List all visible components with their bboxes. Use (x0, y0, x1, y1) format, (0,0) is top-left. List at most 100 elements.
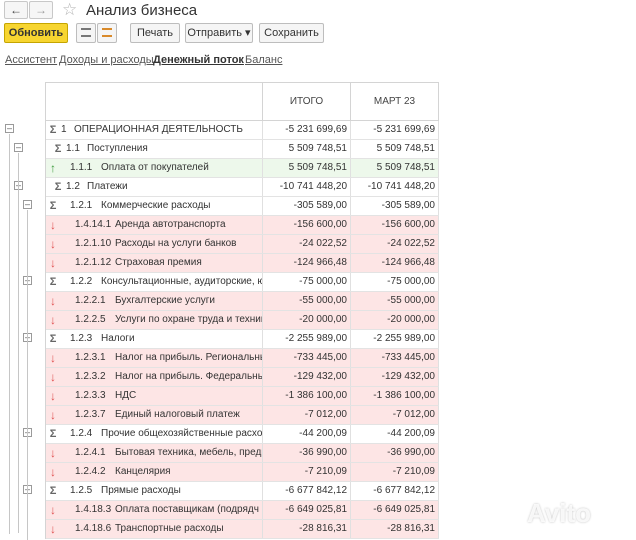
row-total-cell: -124 966,48 (262, 254, 350, 272)
back-arrow-icon[interactable]: ← (4, 1, 28, 19)
row-code: 1.1.1 (70, 162, 93, 173)
row-march-cell: -6 649 025,81 (350, 501, 439, 519)
settings-view-button[interactable] (97, 23, 117, 43)
row-code: 1.2.2.1 (75, 295, 106, 306)
table-row[interactable]: ↓ 1.2.4.1 Бытовая техника, мебель, предм -3… (46, 444, 439, 463)
collapse-toggle-icon[interactable]: – (5, 124, 14, 133)
page-title: Анализ бизнеса (86, 2, 198, 19)
send-button[interactable]: Отправить ▾ (185, 23, 253, 43)
row-total-cell: 5 509 748,51 (262, 159, 350, 177)
row-name-cell: Σ 1.2.4 Прочие общехозяйственные расход (46, 425, 262, 443)
table-row[interactable]: ↓ 1.4.14.1 Аренда автотранспорта -156 600,0… (46, 216, 439, 235)
row-total-cell: -28 816,31 (262, 520, 350, 538)
row-name-cell: ↓ 1.2.3.1 Налог на прибыль. Региональны (46, 349, 262, 367)
row-label: Коммерческие расходы (101, 200, 211, 211)
forward-arrow-icon[interactable]: → (29, 1, 53, 19)
table-row[interactable]: Σ 1.2.3 Налоги -2 255 989,00 -2 255 989,00 (46, 330, 439, 349)
table-row[interactable]: Σ 1.2 Платежи -10 741 448,20 -10 741 448,20 (46, 178, 439, 197)
table-row[interactable]: ↓ 1.4.18.6 Транспортные расходы -28 816,31-… (46, 520, 439, 539)
tab-cash-flow[interactable]: Денежный поток (153, 54, 244, 66)
expense-arrow-down-icon: ↓ (50, 256, 56, 270)
table-row[interactable]: ↓ 1.2.4.2 Канцелярия -7 210,09 -7 210,09 (46, 463, 439, 482)
row-march-cell: -7 012,00 (350, 406, 439, 424)
report-grid: ИТОГО МАРТ 23 Σ 1 ОПЕРАЦИОННАЯ ДЕЯТЕЛЬНОСТ… (45, 82, 439, 539)
expense-arrow-down-icon: ↓ (50, 389, 56, 403)
table-row[interactable]: Σ 1.2.4 Прочие общехозяйственные расход -44… (46, 425, 439, 444)
row-march-cell: -28 816,31 (350, 520, 439, 538)
save-button[interactable]: Сохранить (259, 23, 324, 43)
expense-arrow-down-icon: ↓ (50, 218, 56, 232)
table-row[interactable]: ↓ 1.2.3.3 НДС -1 386 100,00 -1 386 100,00 (46, 387, 439, 406)
row-march-cell: -156 600,00 (350, 216, 439, 234)
row-code: 1.2.4.1 (75, 447, 106, 458)
collapse-toggle-icon[interactable]: – (14, 143, 23, 152)
row-name-cell: ↓ 1.2.3.3 НДС (46, 387, 262, 405)
group-sum-icon: Σ (54, 143, 62, 155)
row-code: 1.1 (66, 143, 80, 154)
row-march-cell: -75 000,00 (350, 273, 439, 291)
row-name-cell: ↓ 1.2.4.2 Канцелярия (46, 463, 262, 481)
collapse-toggle-icon[interactable]: – (23, 200, 32, 209)
table-row[interactable]: ↓ 1.2.3.2 Налог на прибыль. Федеральны -129… (46, 368, 439, 387)
expense-arrow-down-icon: ↓ (50, 446, 56, 460)
table-row[interactable]: ↓ 1.2.3.7 Единый налоговый платеж -7 012,00… (46, 406, 439, 425)
row-march-cell: -55 000,00 (350, 292, 439, 310)
table-row[interactable]: ↓ 1.4.18.3 Оплата поставщикам (подрядч -6 6… (46, 501, 439, 520)
row-label: Аренда автотранспорта (115, 219, 226, 230)
column-header-total[interactable]: ИТОГО (262, 83, 350, 120)
table-row[interactable]: ↓ 1.2.3.1 Налог на прибыль. Региональны -73… (46, 349, 439, 368)
row-label: Поступления (87, 143, 148, 154)
row-label: Канцелярия (115, 466, 171, 477)
row-code: 1.4.18.3 (75, 504, 112, 515)
favorite-star-icon[interactable]: ☆ (62, 0, 77, 20)
row-code: 1 (61, 124, 67, 135)
table-row[interactable]: Σ 1 ОПЕРАЦИОННАЯ ДЕЯТЕЛЬНОСТЬ -5 231 699,69… (46, 121, 439, 140)
table-row[interactable]: Σ 1.2.5 Прямые расходы -6 677 842,12 -6 677 … (46, 482, 439, 501)
group-sum-icon: Σ (54, 181, 62, 193)
row-name-cell: ↑ 1.1.1 Оплата от покупателей (46, 159, 262, 177)
row-name-cell: Σ 1.2.1 Коммерческие расходы (46, 197, 262, 215)
tab-balance[interactable]: Баланс (245, 54, 282, 66)
expense-arrow-down-icon: ↓ (50, 465, 56, 479)
row-code: 1.2.1.10 (75, 238, 112, 249)
row-total-cell: -7 210,09 (262, 463, 350, 481)
row-march-cell: 5 509 748,51 (350, 140, 439, 158)
row-code: 1.2.2 (70, 276, 93, 287)
table-row[interactable]: ↓ 1.2.2.1 Бухгалтерские услуги -55 000,00 -5… (46, 292, 439, 311)
expense-arrow-down-icon: ↓ (50, 237, 56, 251)
row-name-cell: ↓ 1.2.3.7 Единый налоговый платеж (46, 406, 262, 424)
row-code: 1.2.3.1 (75, 352, 106, 363)
row-march-cell: -7 210,09 (350, 463, 439, 481)
refresh-button[interactable]: Обновить (4, 23, 68, 43)
print-button[interactable]: Печать (130, 23, 180, 43)
list-view-icon (81, 28, 91, 37)
expense-arrow-down-icon: ↓ (50, 294, 56, 308)
row-code: 1.2.4.2 (75, 466, 106, 477)
row-name-cell: ↓ 1.2.3.2 Налог на прибыль. Федеральны (46, 368, 262, 386)
row-march-cell: -733 445,00 (350, 349, 439, 367)
table-row[interactable]: Σ 1.2.2 Консультационные, аудиторские, ю -7… (46, 273, 439, 292)
row-code: 1.2 (66, 181, 80, 192)
grid-rows: Σ 1 ОПЕРАЦИОННАЯ ДЕЯТЕЛЬНОСТЬ -5 231 699,69… (46, 121, 439, 539)
tab-income-expenses[interactable]: Доходы и расходы (59, 54, 154, 66)
row-total-cell: -1 386 100,00 (262, 387, 350, 405)
table-row[interactable]: ↓ 1.2.2.5 Услуги по охране труда и техник -… (46, 311, 439, 330)
table-row[interactable]: ↓ 1.2.1.10 Расходы на услуги банков -24 022… (46, 235, 439, 254)
table-row[interactable]: ↑ 1.1.1 Оплата от покупателей 5 509 748,51 5… (46, 159, 439, 178)
table-row[interactable]: ↓ 1.2.1.12 Страховая премия -124 966,48 -124… (46, 254, 439, 273)
row-label: Прямые расходы (101, 485, 181, 496)
tree-gutter: –––––––– (0, 120, 45, 540)
tab-assistant[interactable]: Ассистент (5, 54, 57, 66)
row-total-cell: -6 649 025,81 (262, 501, 350, 519)
table-row[interactable]: Σ 1.1 Поступления 5 509 748,51 5 509 748,51 (46, 140, 439, 159)
list-view-button[interactable] (76, 23, 96, 43)
row-code: 1.2.3.3 (75, 390, 106, 401)
table-row[interactable]: Σ 1.2.1 Коммерческие расходы -305 589,00 -30… (46, 197, 439, 216)
row-total-cell: -36 990,00 (262, 444, 350, 462)
column-header-march[interactable]: МАРТ 23 (350, 83, 439, 120)
group-sum-icon: Σ (49, 485, 57, 497)
expense-arrow-down-icon: ↓ (50, 503, 56, 517)
row-total-cell: -305 589,00 (262, 197, 350, 215)
row-code: 1.2.3 (70, 333, 93, 344)
row-name-cell: Σ 1.2.5 Прямые расходы (46, 482, 262, 500)
